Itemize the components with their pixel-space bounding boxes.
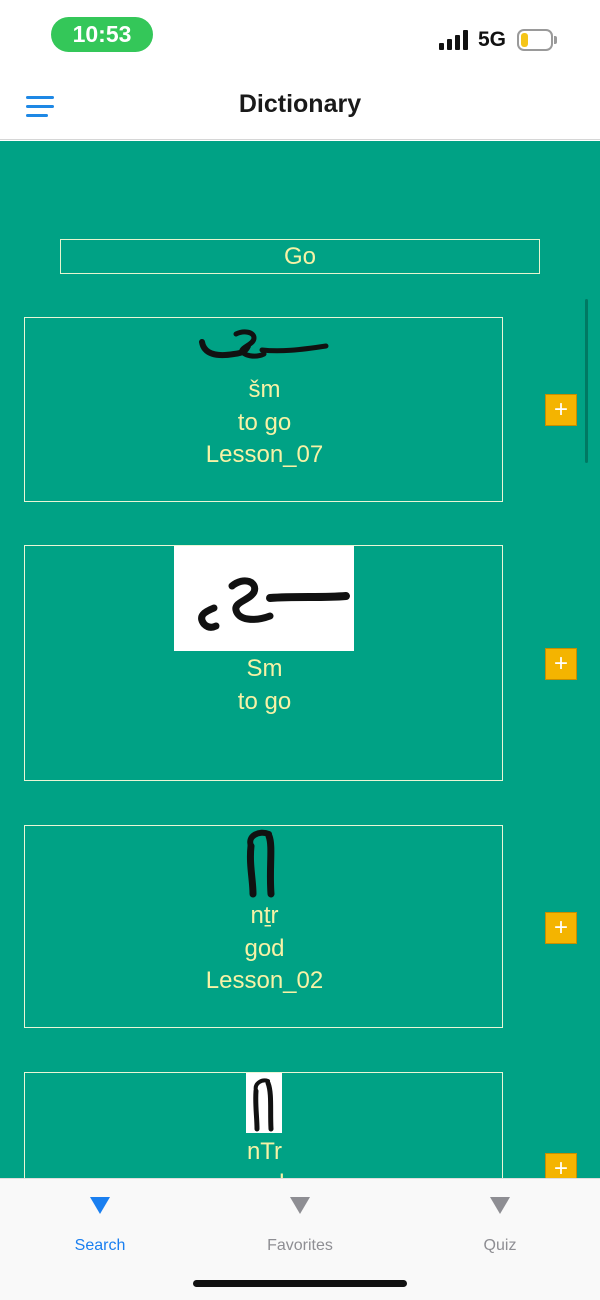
status-bar: 10:53 5G	[0, 0, 600, 70]
tab-label: Favorites	[267, 1237, 333, 1254]
triangle-down-icon	[490, 1197, 510, 1214]
entry-meaning: to go	[237, 409, 292, 436]
tab-favorites[interactable]: Favorites	[200, 1179, 400, 1269]
tab-label: Search	[74, 1237, 126, 1254]
entry-meaning: god	[244, 935, 285, 962]
battery-icon	[517, 29, 557, 51]
triangle-down-icon	[290, 1197, 310, 1214]
tab-label: Quiz	[483, 1237, 517, 1254]
hieratic-ntr-glyph	[246, 829, 275, 898]
home-indicator	[193, 1280, 407, 1287]
page-title: Dictionary	[238, 90, 362, 118]
add-favorite-button[interactable]: +	[545, 648, 577, 680]
search-field[interactable]: Go	[60, 239, 540, 274]
entry-meaning: to go	[237, 688, 292, 715]
network-label: 5G	[478, 28, 507, 51]
hieratic-sm-glyph	[199, 329, 329, 359]
entry-card[interactable]: nṯr god Lesson_02	[24, 825, 503, 1028]
entry-card[interactable]: šm to go Lesson_07	[24, 317, 503, 502]
status-time: 10:53	[51, 17, 153, 52]
hieratic-sm-scan-glyph	[174, 546, 354, 651]
entry-transliteration: nTr	[246, 1138, 283, 1165]
add-favorite-button[interactable]: +	[545, 912, 577, 944]
signal-icon	[439, 30, 469, 50]
entry-transliteration: nṯr	[250, 902, 279, 929]
entry-lesson: Lesson_02	[205, 967, 324, 994]
entry-lesson: Lesson_07	[205, 441, 324, 468]
tab-search[interactable]: Search	[0, 1179, 200, 1269]
triangle-down-icon	[90, 1197, 110, 1214]
scrollbar[interactable]	[585, 299, 588, 463]
add-favorite-button[interactable]: +	[545, 1153, 577, 1178]
entry-card[interactable]: Sm to go	[24, 545, 503, 781]
dictionary-content: Go šm to go Lesson_07 + Sm to go + nṯr g…	[0, 141, 600, 1178]
hieratic-ntr-scan-glyph	[246, 1073, 282, 1133]
tab-quiz[interactable]: Quiz	[400, 1179, 600, 1269]
add-favorite-button[interactable]: +	[545, 394, 577, 426]
entry-meaning: god	[25, 1167, 504, 1178]
entry-transliteration: šm	[248, 376, 281, 403]
entry-transliteration: Sm	[246, 655, 283, 682]
entry-card[interactable]: nTr god	[24, 1072, 503, 1178]
search-value: Go	[283, 243, 316, 270]
